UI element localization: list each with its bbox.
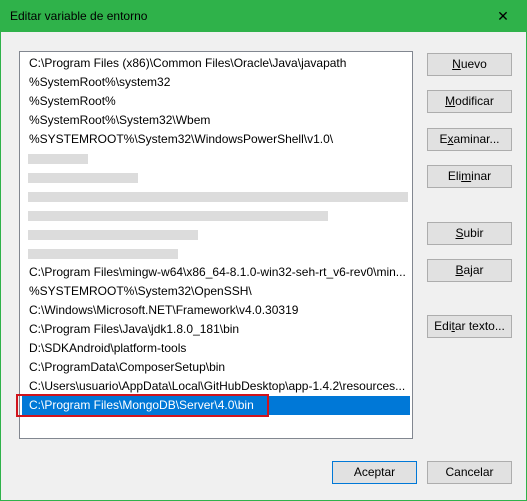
editar-texto-button[interactable]: Editar texto...	[427, 315, 512, 338]
cancelar-button[interactable]: Cancelar	[427, 461, 512, 484]
path-list[interactable]: C:\Program Files (x86)\Common Files\Orac…	[19, 51, 413, 439]
list-item-text: %SYSTEMROOT%\System32\OpenSSH\	[29, 284, 252, 298]
close-icon[interactable]: ✕	[480, 1, 526, 32]
redacted-text-block	[28, 173, 138, 183]
list-item-text: C:\Program Files\MongoDB\Server\4.0\bin	[29, 398, 254, 412]
redacted-text-block	[28, 230, 198, 240]
mnemonic-underline: M	[445, 94, 456, 108]
window-title: Editar variable de entorno	[10, 9, 148, 23]
redacted-text-block	[28, 211, 328, 221]
list-item[interactable]: C:\Windows\Microsoft.NET\Framework\v4.0.…	[22, 301, 410, 320]
list-item-text: D:\SDKAndroid\platform-tools	[29, 341, 187, 355]
list-item[interactable]: %SYSTEMROOT%\System32\WindowsPowerShell\…	[22, 130, 410, 149]
list-item-text: C:\Users\usuario\AppData\Local\GitHubDes…	[29, 379, 406, 393]
aceptar-button[interactable]: Aceptar	[332, 461, 417, 484]
redacted-text-block	[28, 154, 88, 164]
list-item-text: C:\Program Files\Java\jdk1.8.0_181\bin	[29, 322, 240, 336]
list-item-text: C:\Program Files\mingw-w64\x86_64-8.1.0-…	[29, 265, 406, 279]
redacted-text-block	[28, 192, 408, 202]
subir-button[interactable]: Subir	[427, 222, 512, 245]
list-item[interactable]: C:\Users\usuario\AppData\Local\GitHubDes…	[22, 377, 410, 396]
list-item[interactable]: D:\SDKAndroid\platform-tools	[22, 339, 410, 358]
list-item[interactable]: C:\ProgramData\ComposerSetup\bin	[22, 358, 410, 377]
mnemonic-underline: m	[461, 169, 472, 183]
list-item-selected[interactable]: C:\Program Files\MongoDB\Server\4.0\bin	[22, 396, 410, 415]
list-item[interactable]: %SystemRoot%	[22, 92, 410, 111]
list-item[interactable]	[22, 168, 410, 187]
list-item-text: %SystemRoot%\System32\Wbem	[29, 113, 211, 127]
list-item[interactable]: C:\Program Files (x86)\Common Files\Orac…	[22, 54, 410, 73]
eliminar-button[interactable]: Eliminar	[427, 165, 512, 188]
list-item[interactable]	[22, 225, 410, 244]
nuevo-button[interactable]: Nuevo	[427, 53, 512, 76]
list-item-text: C:\ProgramData\ComposerSetup\bin	[29, 360, 226, 374]
redacted-text-block	[28, 249, 178, 259]
list-item[interactable]	[22, 187, 410, 206]
list-item-text: %SYSTEMROOT%\System32\WindowsPowerShell\…	[29, 132, 334, 146]
list-item[interactable]: %SYSTEMROOT%\System32\OpenSSH\	[22, 282, 410, 301]
list-item[interactable]	[22, 149, 410, 168]
bajar-button[interactable]: Bajar	[427, 259, 512, 282]
list-item[interactable]: %SystemRoot%\system32	[22, 73, 410, 92]
list-item-text: %SystemRoot%\system32	[29, 75, 171, 89]
list-item[interactable]	[22, 206, 410, 225]
list-item[interactable]	[22, 244, 410, 263]
title-bar[interactable]: Editar variable de entorno ✕	[1, 1, 526, 32]
list-item-text: %SystemRoot%	[29, 94, 116, 108]
list-item-text: C:\Windows\Microsoft.NET\Framework\v4.0.…	[29, 303, 299, 317]
mnemonic-underline: S	[455, 226, 464, 240]
mnemonic-underline: N	[452, 57, 461, 71]
modificar-button[interactable]: Modificar	[427, 90, 512, 113]
examinar-button[interactable]: Examinar...	[427, 128, 512, 151]
list-item-text: C:\Program Files (x86)\Common Files\Orac…	[29, 56, 347, 70]
dialog-window: Editar variable de entorno ✕ C:\Program …	[0, 0, 527, 501]
mnemonic-underline: B	[455, 263, 464, 277]
list-item[interactable]: C:\Program Files\Java\jdk1.8.0_181\bin	[22, 320, 410, 339]
list-item[interactable]: C:\Program Files\mingw-w64\x86_64-8.1.0-…	[22, 263, 410, 282]
list-item[interactable]: %SystemRoot%\System32\Wbem	[22, 111, 410, 130]
